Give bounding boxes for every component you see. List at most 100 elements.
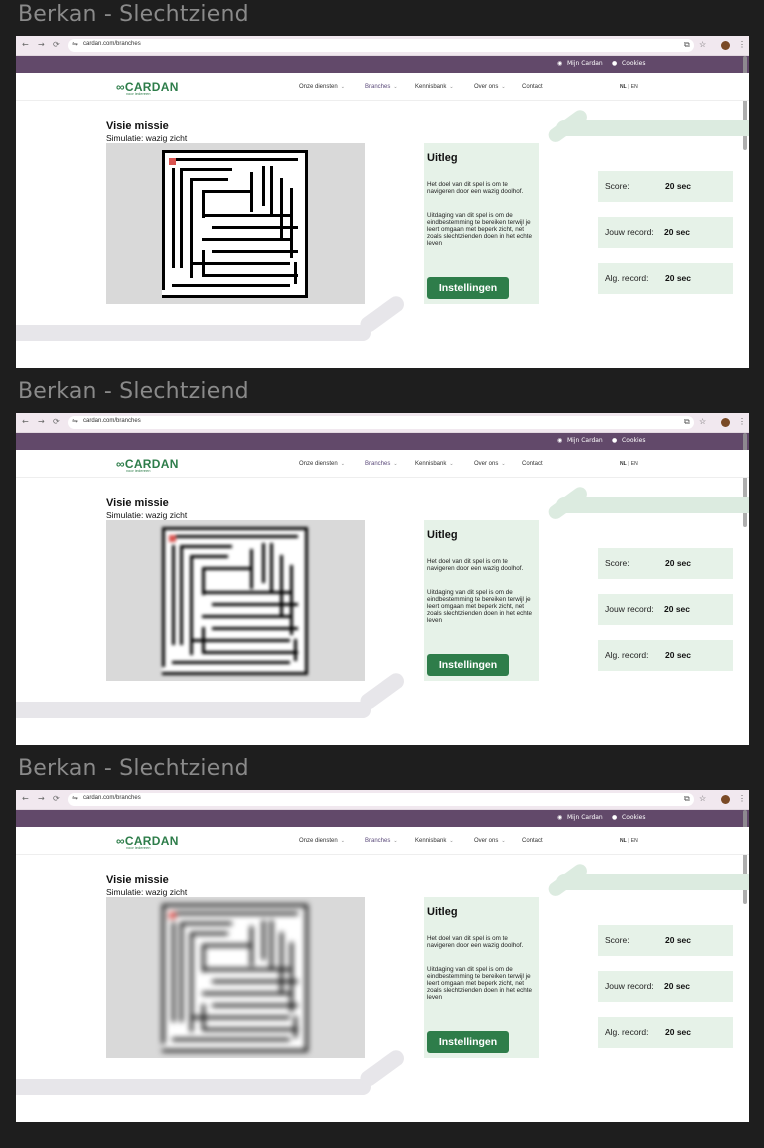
forward-icon[interactable]: → xyxy=(38,40,45,49)
cardan-logo[interactable]: ∞CARDAN voor iedereen xyxy=(116,455,179,473)
lang-en[interactable]: EN xyxy=(631,84,638,90)
browser-toolbar: ← → ⟳ ⇋ cardan.com/branches ⧉ ☆ ⋮ xyxy=(16,36,749,56)
profile-icon[interactable] xyxy=(721,418,730,427)
forward-icon[interactable]: → xyxy=(38,794,45,803)
language-switch[interactable]: NL | EN xyxy=(620,461,638,467)
nav-over-ons[interactable]: Over ons ⌄ xyxy=(474,84,506,90)
decorative-shape xyxy=(556,497,749,513)
reload-icon[interactable]: ⟳ xyxy=(53,794,60,803)
back-icon[interactable]: ← xyxy=(22,40,29,49)
menu-dots-icon[interactable]: ⋮ xyxy=(738,40,746,49)
lang-nl[interactable]: NL xyxy=(620,84,627,90)
browser-toolbar: ← → ⟳ ⇋ cardan.com/branches ⧉ ☆ ⋮ xyxy=(16,413,749,433)
nav-label: Over ons xyxy=(474,84,499,90)
nav-label: Contact xyxy=(522,838,543,844)
nav-contact[interactable]: Contact xyxy=(522,838,543,844)
address-bar[interactable]: ⇋ cardan.com/branches xyxy=(68,416,694,429)
nav-branches[interactable]: Branches ⌄ xyxy=(365,838,398,844)
explanation-goal: Het doel van dit spel is om te navigeren… xyxy=(427,935,524,949)
global-record-value: 20 sec xyxy=(665,650,691,660)
nav-over-ons[interactable]: Over ons ⌄ xyxy=(474,461,506,467)
url-text: cardan.com/branches xyxy=(83,41,141,47)
page-subtitle: Simulatie: wazig zicht xyxy=(106,887,188,897)
cardan-logo[interactable]: ∞CARDAN voor iedereen xyxy=(116,832,179,850)
address-bar[interactable]: ⇋ cardan.com/branches xyxy=(68,39,694,52)
back-icon[interactable]: ← xyxy=(22,417,29,426)
decorative-shape xyxy=(556,120,749,136)
mijn-cardan-link[interactable]: Mijn Cardan xyxy=(567,437,603,444)
browser-window: ← → ⟳ ⇋ cardan.com/branches ⧉ ☆ ⋮ ◉ Mijn… xyxy=(16,36,749,368)
nav-onze-diensten[interactable]: Onze diensten ⌄ xyxy=(299,461,345,467)
nav-over-ons[interactable]: Over ons ⌄ xyxy=(474,838,506,844)
maze[interactable] xyxy=(162,904,308,1052)
reload-icon[interactable]: ⟳ xyxy=(53,417,60,426)
site-settings-icon[interactable]: ⇋ xyxy=(72,794,78,802)
game-area[interactable] xyxy=(106,897,365,1058)
profile-icon[interactable] xyxy=(721,41,730,50)
language-switch[interactable]: NL | EN xyxy=(620,838,638,844)
lang-en[interactable]: EN xyxy=(631,838,638,844)
settings-button[interactable]: Instellingen xyxy=(427,1031,509,1053)
nav-kennisbank[interactable]: Kennisbank ⌄ xyxy=(415,84,454,90)
menu-dots-icon[interactable]: ⋮ xyxy=(738,417,746,426)
global-record-box: Alg. record: 20 sec xyxy=(598,640,733,671)
nav-kennisbank[interactable]: Kennisbank ⌄ xyxy=(415,838,454,844)
maze[interactable] xyxy=(162,150,308,298)
cookies-link[interactable]: Cookies xyxy=(622,60,646,67)
cookies-link[interactable]: Cookies xyxy=(622,814,646,821)
maze[interactable] xyxy=(162,527,308,675)
frame-title: Berkan - Slechtziend xyxy=(18,2,249,27)
back-icon[interactable]: ← xyxy=(22,794,29,803)
player-marker xyxy=(169,535,176,542)
nav-label: Onze diensten xyxy=(299,461,338,467)
game-area[interactable] xyxy=(106,143,365,304)
global-record-box: Alg. record: 20 sec xyxy=(598,1017,733,1048)
explanation-challenge: Uitdaging van dit spel is om de eindbest… xyxy=(427,212,533,247)
explanation-panel: Uitleg Het doel van dit spel is om te na… xyxy=(424,520,539,681)
cookies-link[interactable]: Cookies xyxy=(622,437,646,444)
language-switch[interactable]: NL | EN xyxy=(620,84,638,90)
lang-nl[interactable]: NL xyxy=(620,461,627,467)
browser-toolbar: ← → ⟳ ⇋ cardan.com/branches ⧉ ☆ ⋮ xyxy=(16,790,749,810)
menu-dots-icon[interactable]: ⋮ xyxy=(738,794,746,803)
nav-label: Branches xyxy=(365,838,391,844)
site-settings-icon[interactable]: ⇋ xyxy=(72,417,78,425)
settings-button[interactable]: Instellingen xyxy=(427,277,509,299)
cookie-icon: ● xyxy=(612,60,618,67)
nav-kennisbank[interactable]: Kennisbank ⌄ xyxy=(415,461,454,467)
lang-en[interactable]: EN xyxy=(631,461,638,467)
score-value: 20 sec xyxy=(665,181,691,191)
translate-icon[interactable]: ⧉ xyxy=(684,40,690,50)
forward-icon[interactable]: → xyxy=(38,417,45,426)
nav-branches[interactable]: Branches ⌄ xyxy=(365,84,398,90)
game-area[interactable] xyxy=(106,520,365,681)
nav-onze-diensten[interactable]: Onze diensten ⌄ xyxy=(299,84,345,90)
translate-icon[interactable]: ⧉ xyxy=(684,417,690,427)
site-settings-icon[interactable]: ⇋ xyxy=(72,40,78,48)
star-icon[interactable]: ☆ xyxy=(699,794,706,803)
settings-button[interactable]: Instellingen xyxy=(427,654,509,676)
profile-icon[interactable] xyxy=(721,795,730,804)
star-icon[interactable]: ☆ xyxy=(699,417,706,426)
chevron-down-icon: ⌄ xyxy=(501,838,506,844)
nav-branches[interactable]: Branches ⌄ xyxy=(365,461,398,467)
mijn-cardan-link[interactable]: Mijn Cardan xyxy=(567,60,603,67)
explanation-challenge: Uitdaging van dit spel is om de eindbest… xyxy=(427,966,533,1001)
nav-label: Kennisbank xyxy=(415,461,447,467)
star-icon[interactable]: ☆ xyxy=(699,40,706,49)
nav-onze-diensten[interactable]: Onze diensten ⌄ xyxy=(299,838,345,844)
translate-icon[interactable]: ⧉ xyxy=(684,794,690,804)
address-bar[interactable]: ⇋ cardan.com/branches xyxy=(68,793,694,806)
nav-contact[interactable]: Contact xyxy=(522,461,543,467)
nav-contact[interactable]: Contact xyxy=(522,84,543,90)
logo-link-icon: ∞ xyxy=(116,457,125,471)
reload-icon[interactable]: ⟳ xyxy=(53,40,60,49)
cardan-logo[interactable]: ∞CARDAN voor iedereen xyxy=(116,78,179,96)
user-icon: ◉ xyxy=(557,814,563,821)
page-subtitle: Simulatie: wazig zicht xyxy=(106,510,188,520)
personal-record-value: 20 sec xyxy=(664,227,690,237)
lang-nl[interactable]: NL xyxy=(620,838,627,844)
page-subtitle: Simulatie: wazig zicht xyxy=(106,133,188,143)
chevron-down-icon: ⌄ xyxy=(449,838,454,844)
mijn-cardan-link[interactable]: Mijn Cardan xyxy=(567,814,603,821)
